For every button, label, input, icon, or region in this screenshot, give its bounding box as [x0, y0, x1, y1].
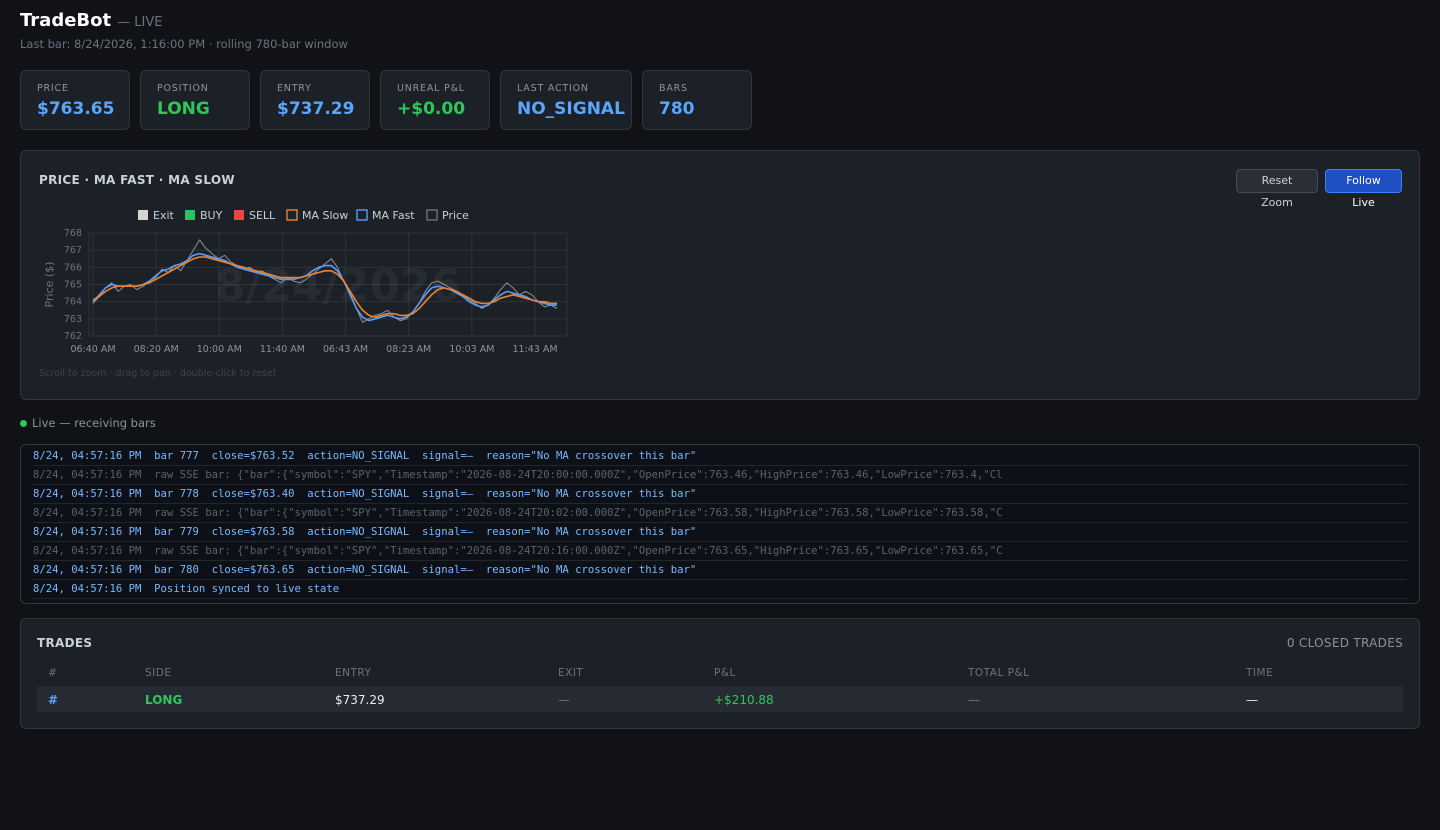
x-tick-label: 10:00 AM [197, 344, 242, 355]
card-label: BARS [659, 83, 688, 94]
legend-swatch [234, 210, 244, 220]
column-header-total-pnl: TOTAL P&L [968, 667, 1030, 679]
live-text: Live — receiving bars [32, 416, 156, 430]
legend-swatch [138, 210, 148, 220]
y-tick-label: 768 [64, 228, 82, 239]
card-label: LAST ACTION [517, 83, 589, 94]
chart-panel: PRICE · MA FAST · MA SLOW Reset Zoom Fol… [20, 150, 1420, 400]
position-card: POSITION LONG [140, 70, 250, 130]
column-header-time: TIME [1246, 667, 1274, 679]
log-line: 8/24, 04:57:16 PM bar 777 close=$763.52 … [33, 447, 1407, 466]
trades-panel: TRADES 0 CLOSED TRADES # SIDE ENTRY EXIT… [20, 618, 1420, 729]
log-line: 8/24, 04:57:16 PM bar 780 close=$763.65 … [33, 561, 1407, 580]
card-value: 780 [659, 99, 695, 119]
column-header-entry: ENTRY [335, 667, 372, 679]
legend-label: MA Slow [302, 209, 348, 222]
x-tick-label: 10:03 AM [449, 344, 494, 355]
x-tick-label: 08:20 AM [134, 344, 179, 355]
trades-title: TRADES [37, 636, 93, 650]
legend-swatch [426, 209, 438, 221]
card-label: PRICE [37, 83, 69, 94]
card-value: $763.65 [37, 99, 115, 119]
entry-card: ENTRY $737.29 [260, 70, 370, 130]
legend-swatch [286, 209, 298, 221]
card-value: NO_SIGNAL [517, 99, 625, 119]
closed-trades-count: 0 CLOSED TRADES [1286, 636, 1403, 650]
column-header-num: # [48, 667, 58, 679]
trade-num: # [48, 693, 59, 707]
legend-label: MA Fast [372, 209, 415, 222]
last-bar-subtitle: Last bar: 8/24/2026, 1:16:00 PM · rollin… [20, 37, 348, 51]
card-value: $737.29 [277, 99, 355, 119]
x-tick-label: 06:43 AM [323, 344, 368, 355]
app-title: TradeBot [20, 10, 112, 31]
y-tick-label: 766 [64, 262, 82, 273]
price-chart[interactable]: 768 767 766 765 764 763 762 06:40 AM 08:20 AM 10:… [21, 151, 1419, 399]
y-tick-label: 767 [64, 245, 82, 256]
legend-swatch [185, 210, 195, 220]
log-line: 8/24, 04:57:16 PM bar 779 close=$763.58 … [33, 523, 1407, 542]
trade-side: LONG [145, 693, 183, 707]
event-log[interactable]: 8/24, 04:57:16 PM bar 777 close=$763.52 … [20, 444, 1420, 604]
price-card: PRICE $763.65 [20, 70, 130, 130]
x-tick-label: 11:40 AM [260, 344, 305, 355]
live-status-label: — LIVE [117, 15, 163, 30]
column-header-exit: EXIT [558, 667, 584, 679]
x-tick-label: 08:23 AM [386, 344, 431, 355]
log-line: 8/24, 04:57:16 PM raw SSE bar: {"bar":{"… [33, 542, 1407, 561]
stat-cards: PRICE $763.65 POSITION LONG ENTRY $737.2… [20, 70, 752, 130]
chart-hint: Scroll to zoom · drag to pan · double-cl… [39, 368, 277, 379]
log-line: 8/24, 04:57:16 PM raw SSE bar: {"bar":{"… [33, 466, 1407, 485]
y-tick-label: 765 [64, 280, 82, 291]
legend-label: BUY [200, 209, 223, 222]
y-tick-label: 764 [64, 297, 82, 308]
column-header-pnl: P&L [714, 667, 736, 679]
bars-card: BARS 780 [642, 70, 752, 130]
trade-entry: $737.29 [335, 693, 385, 707]
card-label: POSITION [157, 83, 209, 94]
y-axis-label: Price ($) [43, 262, 56, 308]
column-header-side: SIDE [145, 667, 172, 679]
trade-pnl: +$210.88 [714, 693, 774, 707]
live-dot-icon [20, 419, 27, 427]
trade-time: — [1246, 693, 1258, 707]
card-value: LONG [157, 99, 210, 119]
x-tick-label: 06:40 AM [70, 344, 115, 355]
card-label: ENTRY [277, 83, 312, 94]
live-indicator: Live — receiving bars [20, 416, 156, 430]
header: TradeBot — LIVE Last bar: 8/24/2026, 1:1… [20, 10, 348, 51]
card-value: +$0.00 [397, 99, 466, 119]
trade-exit: — [558, 693, 570, 707]
legend-label: Exit [153, 209, 175, 222]
log-line: 8/24, 04:57:16 PM Position synced to liv… [33, 580, 1407, 599]
legend-label: Price [442, 209, 469, 222]
legend-label: SELL [249, 209, 276, 222]
y-tick-label: 762 [64, 331, 82, 342]
unreal-pnl-card: UNREAL P&L +$0.00 [380, 70, 490, 130]
trade-total-pnl: — [968, 693, 980, 707]
log-line: 8/24, 04:57:16 PM raw SSE bar: {"bar":{"… [33, 504, 1407, 523]
legend-swatch [356, 209, 368, 221]
x-tick-label: 11:43 AM [512, 344, 557, 355]
last-action-card: LAST ACTION NO_SIGNAL [500, 70, 632, 130]
log-line: 8/24, 04:57:16 PM bar 778 close=$763.40 … [33, 485, 1407, 504]
card-label: UNREAL P&L [397, 83, 465, 94]
y-tick-label: 763 [64, 314, 82, 325]
